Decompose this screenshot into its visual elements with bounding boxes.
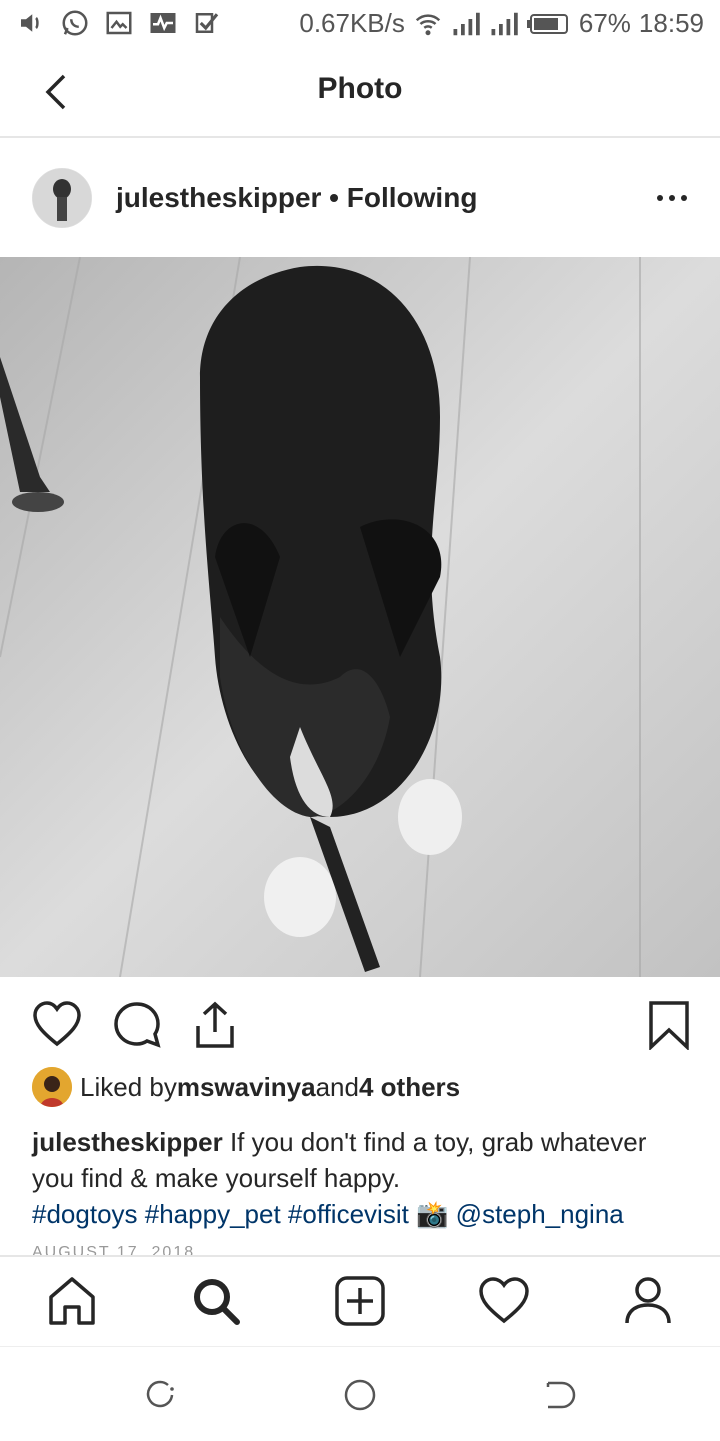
hashtag[interactable]: #dogtoys bbox=[32, 1199, 138, 1229]
avatar[interactable] bbox=[32, 168, 92, 228]
like-heart-icon[interactable] bbox=[32, 1000, 82, 1050]
post-header: julestheskipper • Following bbox=[0, 138, 720, 256]
profile-icon[interactable] bbox=[622, 1275, 674, 1327]
activity-heart-icon[interactable] bbox=[478, 1275, 530, 1327]
signal-icon-2 bbox=[491, 12, 518, 35]
likes-others[interactable]: 4 others bbox=[359, 1072, 460, 1103]
post-photo[interactable] bbox=[0, 257, 720, 977]
system-nav-bar bbox=[0, 1346, 720, 1441]
post-username-line: julestheskipper • Following bbox=[116, 182, 477, 214]
bottom-nav bbox=[0, 1255, 720, 1347]
hashtag[interactable]: #officevisit bbox=[288, 1199, 409, 1229]
activity-icon bbox=[150, 13, 176, 33]
status-bar: 0.67KB/s 67% 18:59 bbox=[0, 0, 720, 48]
wifi-icon bbox=[415, 13, 441, 35]
liker-avatar bbox=[32, 1067, 72, 1107]
share-icon[interactable] bbox=[190, 1000, 240, 1050]
volume-icon bbox=[21, 14, 39, 32]
bookmark-icon[interactable] bbox=[644, 1000, 694, 1050]
following-status[interactable]: Following bbox=[347, 182, 478, 213]
post-username[interactable]: julestheskipper bbox=[116, 182, 321, 213]
home-icon[interactable] bbox=[46, 1275, 98, 1327]
mention[interactable]: @steph_ngina bbox=[456, 1199, 624, 1229]
signal-icon bbox=[453, 12, 480, 35]
more-options-icon[interactable] bbox=[656, 178, 688, 218]
comment-icon[interactable] bbox=[112, 1000, 162, 1050]
new-post-icon[interactable] bbox=[334, 1275, 386, 1327]
post-actions bbox=[0, 980, 720, 1060]
likes-row[interactable]: Liked by mswavinya and 4 others bbox=[32, 1066, 692, 1108]
camera-emoji-icon: 📸 bbox=[416, 1199, 449, 1229]
post-caption: julestheskipper If you don't find a toy,… bbox=[32, 1124, 692, 1232]
checkbox-icon bbox=[195, 13, 219, 33]
search-icon[interactable] bbox=[190, 1275, 242, 1327]
image-icon bbox=[106, 11, 132, 35]
whatsapp-icon bbox=[62, 10, 88, 36]
likes-mid: and bbox=[315, 1071, 359, 1102]
home-circle-icon[interactable] bbox=[342, 1377, 378, 1413]
back-nav-icon[interactable] bbox=[542, 1377, 578, 1413]
network-speed: 0.67KB/s bbox=[299, 8, 405, 38]
caption-username[interactable]: julestheskipper bbox=[32, 1127, 223, 1157]
clock: 18:59 bbox=[638, 8, 704, 38]
hashtag[interactable]: #happy_pet bbox=[145, 1199, 281, 1229]
top-header: Photo bbox=[0, 48, 720, 138]
liked-by-user[interactable]: mswavinya bbox=[177, 1072, 316, 1103]
likes-prefix: Liked by bbox=[80, 1071, 177, 1102]
recent-apps-icon[interactable] bbox=[142, 1377, 178, 1413]
page-title: Photo bbox=[317, 72, 403, 105]
battery-level: 67% bbox=[578, 8, 631, 38]
battery-icon bbox=[526, 13, 568, 34]
separator-dot: • bbox=[321, 182, 347, 213]
